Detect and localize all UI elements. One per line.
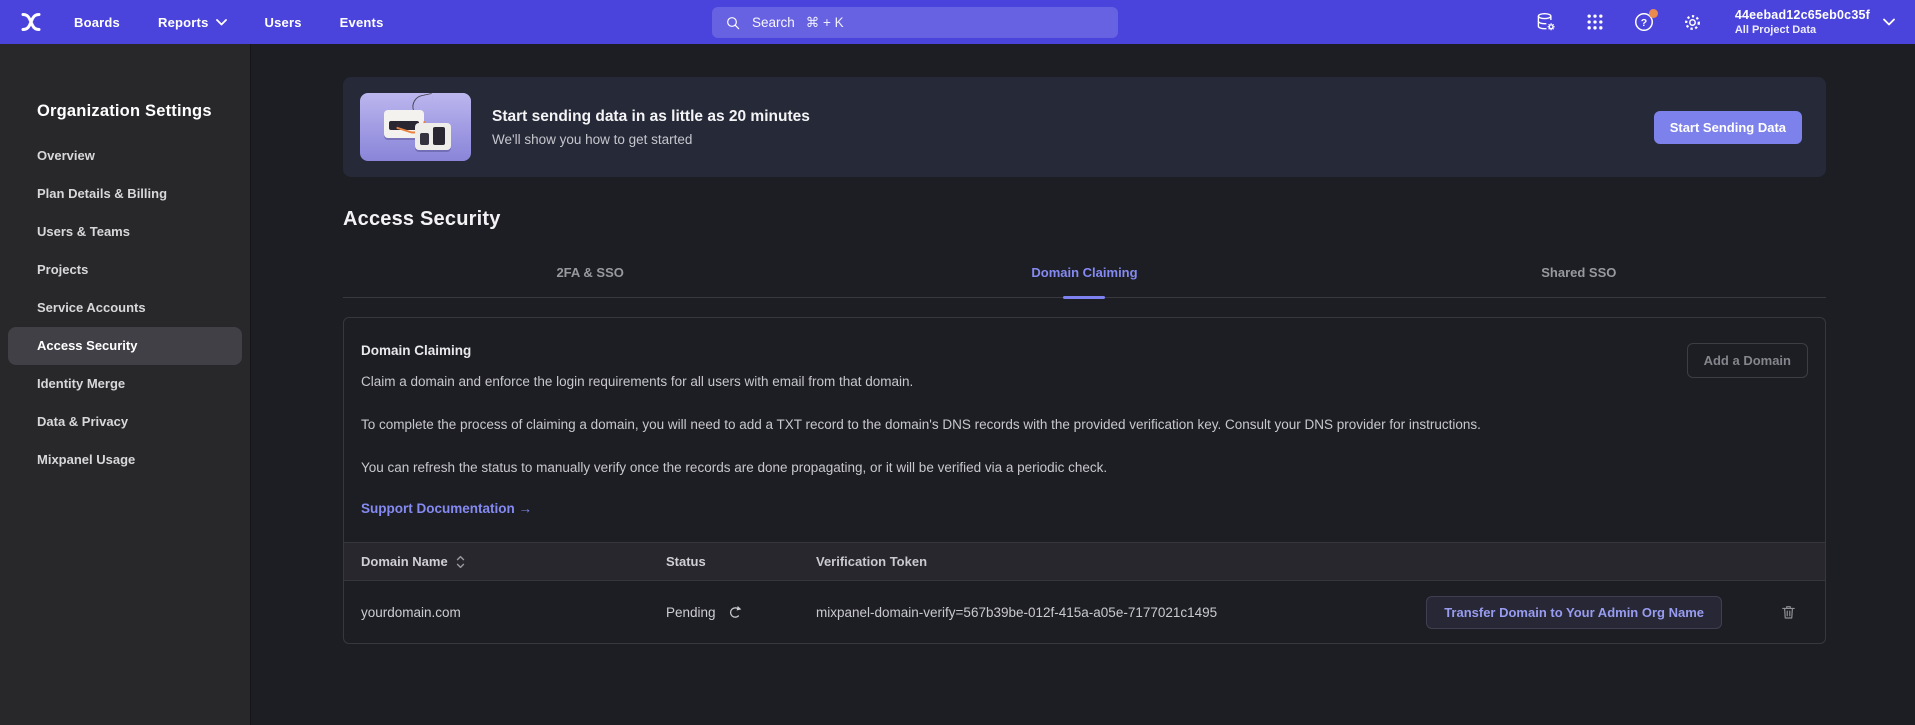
trash-icon — [1780, 603, 1797, 621]
sidebar-item-data-privacy[interactable]: Data & Privacy — [8, 403, 242, 441]
domain-table-row: yourdomain.com Pending mixpanel-domain-v… — [344, 581, 1825, 643]
column-header-label: Domain Name — [361, 554, 448, 569]
banner-title: Start sending data in as little as 20 mi… — [492, 108, 810, 126]
nav-item-label: Boards — [74, 15, 120, 30]
global-search-input[interactable]: Search ⌘ + K — [712, 7, 1118, 38]
domain-name-cell: yourdomain.com — [361, 605, 666, 620]
domain-claiming-description: Domain Claiming Claim a domain and enfor… — [344, 318, 1825, 542]
account-switcher[interactable]: 44eebad12c65eb0c35f All Project Data — [1735, 8, 1895, 36]
refresh-icon — [727, 604, 744, 621]
search-shortcut: ⌘ + K — [806, 15, 844, 31]
description-paragraph: You can refresh the status to manually v… — [361, 457, 1541, 479]
panel-title: Domain Claiming — [361, 343, 1808, 358]
column-header-status: Status — [666, 554, 816, 569]
tab-label: Domain Claiming — [1031, 265, 1137, 280]
delete-domain-button[interactable] — [1780, 603, 1797, 621]
status-value: Pending — [666, 605, 716, 620]
verification-token-value: mixpanel-domain-verify=567b39be-012f-415… — [816, 605, 1217, 620]
sidebar-item-overview[interactable]: Overview — [8, 137, 242, 175]
sidebar-nav-list: Overview Plan Details & Billing Users & … — [0, 137, 250, 479]
notification-badge — [1649, 9, 1658, 18]
access-security-tabs: 2FA & SSO Domain Claiming Shared SSO — [343, 265, 1826, 298]
sidebar-item-plan-details-billing[interactable]: Plan Details & Billing — [8, 175, 242, 213]
verification-token-cell: mixpanel-domain-verify=567b39be-012f-415… — [816, 605, 1426, 620]
project-name: All Project Data — [1735, 24, 1870, 36]
tab-label: 2FA & SSO — [556, 265, 623, 280]
sidebar-item-access-security[interactable]: Access Security — [8, 327, 242, 365]
nav-item-label: Users — [265, 15, 302, 30]
tab-2fa-sso[interactable]: 2FA & SSO — [343, 265, 837, 297]
tab-shared-sso[interactable]: Shared SSO — [1332, 265, 1826, 297]
description-paragraph: To complete the process of claiming a do… — [361, 414, 1541, 436]
banner-text: Start sending data in as little as 20 mi… — [492, 108, 810, 147]
domain-claiming-panel: Add a Domain Domain Claiming Claim a dom… — [343, 317, 1826, 644]
account-info: 44eebad12c65eb0c35f All Project Data — [1735, 8, 1870, 36]
description-paragraph: Claim a domain and enforce the login req… — [361, 371, 1541, 393]
column-header-verification-token: Verification Token — [816, 554, 1808, 569]
sidebar-item-projects[interactable]: Projects — [8, 251, 242, 289]
data-management-icon[interactable] — [1535, 11, 1557, 33]
primary-menu: Boards Reports Users Events — [74, 15, 384, 30]
search-icon — [725, 15, 741, 31]
top-navigation: Boards Reports Users Events Search ⌘ + K — [0, 0, 1915, 44]
mixpanel-logo-icon — [18, 10, 44, 34]
column-header-label: Status — [666, 554, 706, 569]
status-cell: Pending — [666, 604, 816, 621]
apps-grid-icon[interactable] — [1584, 11, 1606, 33]
column-header-domain-name: Domain Name — [361, 554, 666, 569]
main-content: Start sending data in as little as 20 mi… — [343, 44, 1826, 644]
nav-item-label: Reports — [158, 15, 209, 30]
settings-gear-icon[interactable] — [1682, 11, 1704, 33]
tab-domain-claiming[interactable]: Domain Claiming — [837, 265, 1331, 297]
sidebar-item-users-teams[interactable]: Users & Teams — [8, 213, 242, 251]
domains-table-header: Domain Name Status Verification Token — [344, 542, 1825, 581]
getting-started-banner: Start sending data in as little as 20 mi… — [343, 77, 1826, 177]
mixpanel-logo[interactable] — [18, 10, 44, 34]
banner-subtitle: We'll show you how to get started — [492, 132, 810, 147]
nav-item-reports[interactable]: Reports — [158, 15, 227, 30]
nav-item-boards[interactable]: Boards — [74, 15, 120, 30]
sort-icon[interactable] — [456, 555, 465, 569]
column-header-label: Verification Token — [816, 554, 927, 569]
domain-name-value: yourdomain.com — [361, 605, 461, 620]
active-tab-indicator — [1063, 296, 1105, 299]
start-sending-data-button[interactable]: Start Sending Data — [1654, 111, 1802, 144]
refresh-status-button[interactable] — [727, 604, 744, 621]
sidebar-item-identity-merge[interactable]: Identity Merge — [8, 365, 242, 403]
help-icon[interactable]: ? — [1633, 11, 1655, 33]
search-label: Search — [752, 15, 795, 30]
support-documentation-link[interactable]: Support Documentation → — [361, 501, 532, 516]
getting-started-illustration — [360, 93, 471, 161]
nav-item-users[interactable]: Users — [265, 15, 302, 30]
tab-label: Shared SSO — [1541, 265, 1616, 280]
chevron-down-icon — [1883, 18, 1895, 26]
row-actions: Transfer Domain to Your Admin Org Name — [1426, 596, 1808, 629]
sidebar-title: Organization Settings — [0, 102, 250, 121]
transfer-domain-button[interactable]: Transfer Domain to Your Admin Org Name — [1426, 596, 1722, 629]
top-nav-right-cluster: ? 44eebad12c65eb0c35f All Project Data — [1535, 8, 1895, 36]
add-domain-button[interactable]: Add a Domain — [1687, 343, 1808, 378]
org-settings-sidebar: Organization Settings Overview Plan Deta… — [0, 44, 251, 725]
chevron-down-icon — [216, 19, 227, 26]
page-title: Access Security — [343, 208, 1826, 231]
svg-text:?: ? — [1641, 17, 1647, 29]
nav-item-label: Events — [340, 15, 384, 30]
sidebar-item-service-accounts[interactable]: Service Accounts — [8, 289, 242, 327]
nav-item-events[interactable]: Events — [340, 15, 384, 30]
sidebar-item-mixpanel-usage[interactable]: Mixpanel Usage — [8, 441, 242, 479]
org-id: 44eebad12c65eb0c35f — [1735, 8, 1870, 22]
